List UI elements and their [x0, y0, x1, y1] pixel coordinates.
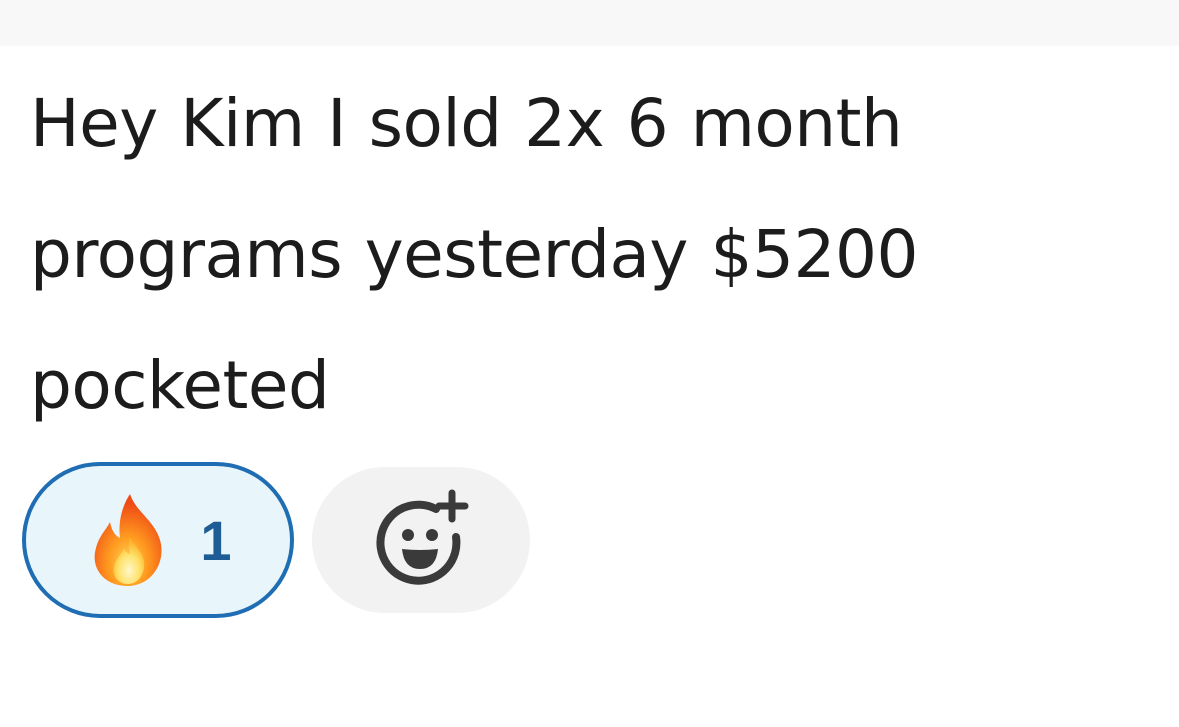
- top-divider-strip: [0, 0, 1179, 46]
- reaction-bar: 1: [22, 462, 530, 618]
- add-reaction-button[interactable]: [312, 467, 530, 613]
- add-emoji-icon: [376, 489, 469, 585]
- message-body: Hey Kim I sold 2x 6 month programs yeste…: [30, 58, 1150, 451]
- fire-icon: [95, 494, 162, 587]
- fire-reaction-button[interactable]: 1: [22, 462, 294, 618]
- reaction-count: 1: [200, 508, 232, 572]
- message-text: Hey Kim I sold 2x 6 month programs yeste…: [30, 85, 918, 424]
